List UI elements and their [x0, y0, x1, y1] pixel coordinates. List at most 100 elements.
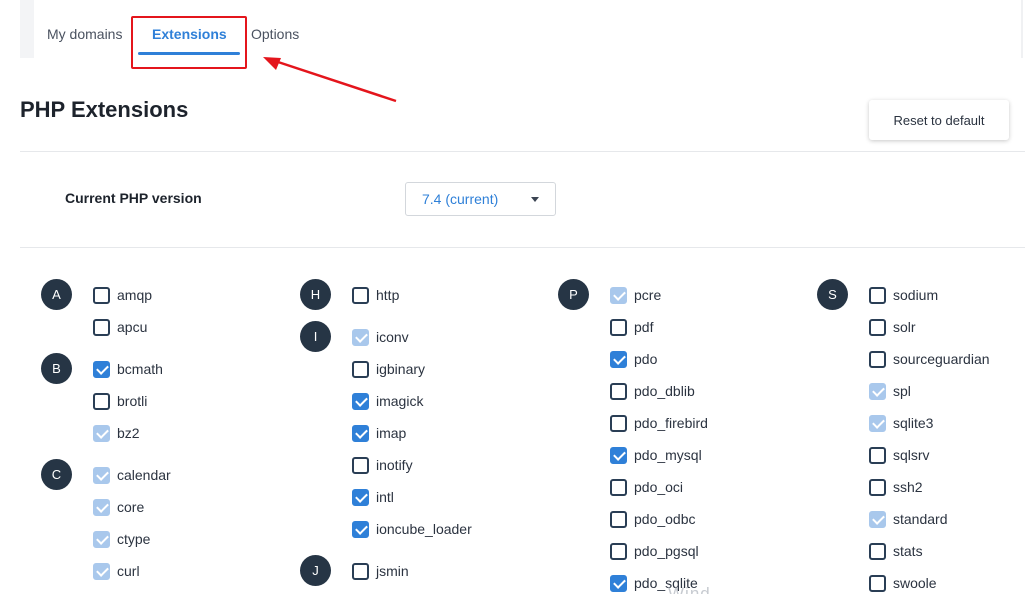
extension-pdo-odbc[interactable]: pdo_odbc [610, 509, 696, 529]
extension-checkbox[interactable] [93, 286, 110, 304]
extension-label: pdo_dblib [634, 383, 695, 399]
extension-label: imap [376, 425, 407, 441]
extension-inotify[interactable]: inotify [352, 455, 413, 475]
extension-checkbox [352, 328, 369, 346]
extension-label: jsmin [376, 563, 409, 579]
extension-solr[interactable]: solr [869, 317, 916, 337]
letter-badge-i: I [300, 321, 331, 352]
extension-sqlsrv[interactable]: sqlsrv [869, 445, 930, 465]
php-version-select[interactable]: 7.4 (current) [405, 182, 556, 216]
extension-label: ctype [117, 531, 151, 547]
extension-intl[interactable]: intl [352, 487, 394, 507]
extension-checkbox[interactable] [869, 542, 886, 560]
extension-label: ioncube_loader [376, 521, 472, 537]
extension-checkbox[interactable] [610, 478, 627, 496]
extension-imagick[interactable]: imagick [352, 391, 423, 411]
extension-checkbox [610, 286, 627, 304]
extension-checkbox[interactable] [93, 318, 110, 336]
extension-label: calendar [117, 467, 171, 483]
extension-igbinary[interactable]: igbinary [352, 359, 425, 379]
extension-amqp[interactable]: amqp [93, 285, 152, 305]
extension-checkbox[interactable] [352, 520, 369, 538]
extension-checkbox[interactable] [869, 318, 886, 336]
extension-checkbox[interactable] [352, 424, 369, 442]
extension-pdo-oci[interactable]: pdo_oci [610, 477, 683, 497]
extension-checkbox[interactable] [869, 286, 886, 304]
extension-checkbox[interactable] [610, 350, 627, 368]
extension-checkbox[interactable] [869, 446, 886, 464]
extension-checkbox[interactable] [93, 360, 110, 378]
extension-label: spl [893, 383, 911, 399]
letter-badge-s: S [817, 279, 848, 310]
extension-checkbox[interactable] [352, 488, 369, 506]
extension-bcmath[interactable]: bcmath [93, 359, 163, 379]
extension-label: bz2 [117, 425, 140, 441]
extension-iconv: iconv [352, 327, 409, 347]
extension-checkbox[interactable] [610, 510, 627, 528]
php-version-label: Current PHP version [65, 190, 202, 206]
letter-badge-h: H [300, 279, 331, 310]
extension-label: pdo_pgsql [634, 543, 699, 559]
extension-checkbox[interactable] [610, 382, 627, 400]
extension-label: bcmath [117, 361, 163, 377]
extension-label: solr [893, 319, 916, 335]
extension-pdf[interactable]: pdf [610, 317, 653, 337]
divider [20, 247, 1025, 248]
extension-label: inotify [376, 457, 413, 473]
extension-imap[interactable]: imap [352, 423, 406, 443]
extension-pdo-dblib[interactable]: pdo_dblib [610, 381, 695, 401]
extension-checkbox[interactable] [869, 350, 886, 368]
extension-stats[interactable]: stats [869, 541, 923, 561]
extension-checkbox[interactable] [869, 478, 886, 496]
extension-checkbox[interactable] [610, 318, 627, 336]
extension-pdo-mysql[interactable]: pdo_mysql [610, 445, 702, 465]
letter-badge-b: B [41, 353, 72, 384]
extension-checkbox[interactable] [352, 456, 369, 474]
extension-sqlite3: sqlite3 [869, 413, 933, 433]
extension-checkbox[interactable] [610, 414, 627, 432]
extension-label: iconv [376, 329, 409, 345]
page-title: PHP Extensions [20, 97, 189, 122]
extension-http[interactable]: http [352, 285, 399, 305]
extension-label: pdo [634, 351, 658, 367]
extension-checkbox[interactable] [610, 574, 627, 592]
extension-label: pdo_odbc [634, 511, 696, 527]
extension-sourceguardian[interactable]: sourceguardian [869, 349, 990, 369]
extension-checkbox [93, 466, 110, 484]
extension-label: ssh2 [893, 479, 923, 495]
extension-brotli[interactable]: brotli [93, 391, 147, 411]
extension-ssh2[interactable]: ssh2 [869, 477, 923, 497]
extension-sodium[interactable]: sodium [869, 285, 938, 305]
extension-checkbox[interactable] [869, 574, 886, 592]
extension-checkbox[interactable] [352, 392, 369, 410]
extension-label: curl [117, 563, 140, 579]
extension-label: standard [893, 511, 948, 527]
extension-jsmin[interactable]: jsmin [352, 561, 409, 581]
extension-checkbox[interactable] [610, 542, 627, 560]
extension-pdo-firebird[interactable]: pdo_firebird [610, 413, 708, 433]
extension-checkbox [93, 530, 110, 548]
extension-checkbox [93, 562, 110, 580]
extension-pdo-pgsql[interactable]: pdo_pgsql [610, 541, 699, 561]
extension-standard: standard [869, 509, 947, 529]
extension-ctype: ctype [93, 529, 150, 549]
letter-badge-j: J [300, 555, 331, 586]
extension-checkbox[interactable] [610, 446, 627, 464]
extension-curl: curl [93, 561, 140, 581]
extension-checkbox[interactable] [352, 360, 369, 378]
extension-pdo[interactable]: pdo [610, 349, 657, 369]
php-version-value: 7.4 (current) [422, 191, 499, 207]
extension-swoole[interactable]: swoole [869, 573, 937, 593]
extension-ioncube-loader[interactable]: ioncube_loader [352, 519, 472, 539]
extension-checkbox[interactable] [352, 286, 369, 304]
extension-apcu[interactable]: apcu [93, 317, 147, 337]
letter-badge-c: C [41, 459, 72, 490]
extension-label: pdo_mysql [634, 447, 702, 463]
os-watermark: Wind [668, 584, 711, 594]
extension-label: amqp [117, 287, 153, 303]
extension-label: pdo_firebird [634, 415, 708, 431]
extension-checkbox[interactable] [352, 562, 369, 580]
reset-to-default-button[interactable]: Reset to default [869, 100, 1009, 140]
extension-pcre: pcre [610, 285, 661, 305]
extension-checkbox[interactable] [93, 392, 110, 410]
